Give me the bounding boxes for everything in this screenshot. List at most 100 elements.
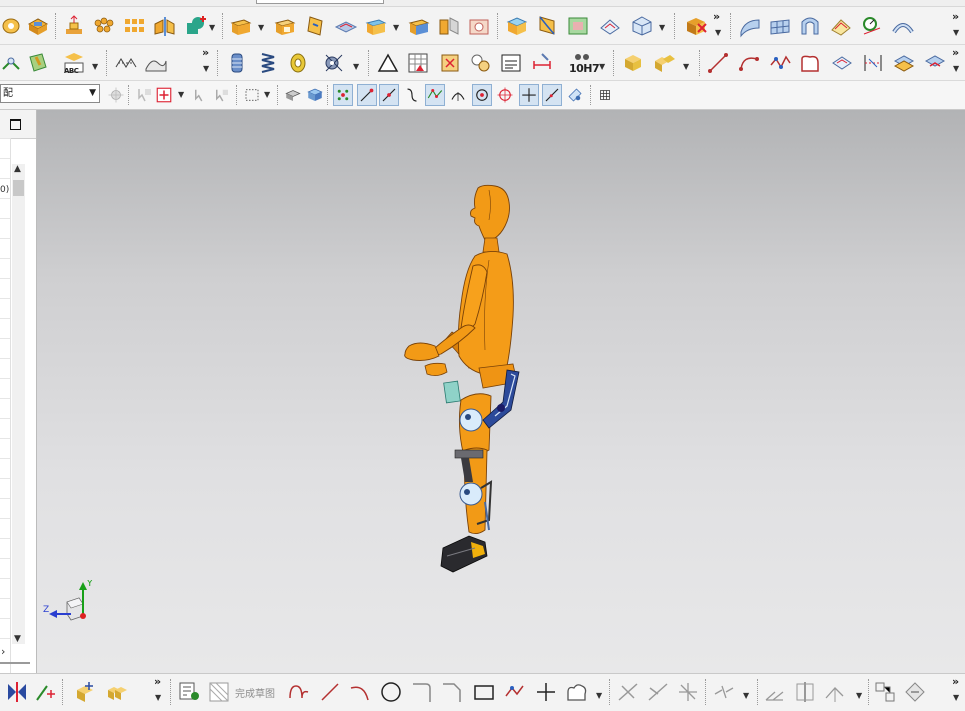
dropdown-arrow-icon[interactable]: ▼	[743, 691, 749, 700]
move-component-icon[interactable]	[72, 679, 98, 705]
offset-curve-icon[interactable]	[829, 50, 855, 76]
extract-geometry-icon[interactable]	[534, 13, 560, 39]
base-view-icon[interactable]	[467, 50, 493, 76]
trim-body-icon[interactable]	[406, 13, 432, 39]
selection-scope-icon[interactable]	[106, 84, 126, 106]
dropdown-arrow-icon[interactable]: ▼	[953, 28, 959, 37]
quick-extend-icon[interactable]	[645, 679, 671, 705]
extrude-icon[interactable]	[25, 13, 51, 39]
snap-point-on-curve-icon[interactable]	[519, 84, 539, 106]
sketch-polygon-icon[interactable]	[502, 679, 528, 705]
swept-icon[interactable]	[797, 13, 823, 39]
replace-face-icon[interactable]	[629, 13, 655, 39]
selection-filter-dropdown[interactable]: 配 ▼	[0, 84, 100, 103]
constraint-display-icon[interactable]	[872, 679, 898, 705]
studio-surface-icon[interactable]	[828, 13, 854, 39]
split-body-icon[interactable]	[436, 13, 462, 39]
revolve-icon[interactable]	[0, 13, 26, 39]
select-body-icon[interactable]	[212, 84, 232, 106]
snap-grid-icon[interactable]	[595, 84, 615, 106]
assembly-constraints-icon[interactable]	[652, 50, 678, 76]
datum-plane-icon[interactable]	[25, 50, 51, 76]
surface-analysis-icon[interactable]	[143, 50, 169, 76]
annotation-text-icon[interactable]	[498, 50, 524, 76]
pattern-feature-icon[interactable]	[91, 13, 117, 39]
overflow-chevron-icon[interactable]: »	[154, 675, 161, 688]
expand-icon[interactable]: ›	[1, 645, 5, 658]
navigator-scrollbar[interactable]: ▲ ▼	[12, 164, 25, 644]
mirror-body-icon[interactable]	[151, 13, 177, 39]
gear-icon[interactable]	[321, 50, 347, 76]
finish-sketch-label[interactable]: 完成草图	[235, 685, 275, 700]
dropdown-arrow-icon[interactable]: ▼	[89, 85, 96, 102]
alternate-solution-icon[interactable]	[902, 679, 928, 705]
snap-intersection-icon[interactable]	[425, 84, 445, 106]
bridge-surface-icon[interactable]	[890, 13, 916, 39]
overflow-chevron-icon[interactable]: »	[952, 10, 959, 23]
overflow-chevron-icon[interactable]: »	[952, 675, 959, 688]
intersection-curve-icon[interactable]	[891, 50, 917, 76]
snap-point-icon[interactable]	[154, 84, 174, 106]
offset-face-icon[interactable]	[228, 13, 254, 39]
fillet-curve-icon[interactable]	[797, 50, 823, 76]
dropdown-arrow-icon[interactable]: ▼	[209, 23, 215, 32]
profile-icon[interactable]	[286, 679, 312, 705]
dropdown-arrow-icon[interactable]: ▼	[178, 90, 184, 99]
studio-spline-icon[interactable]	[767, 50, 793, 76]
dropdown-arrow-icon[interactable]: ▼	[659, 23, 665, 32]
general-selection-icon[interactable]	[135, 84, 155, 106]
dimension-icon[interactable]	[529, 50, 555, 76]
sketch-point-icon[interactable]	[533, 679, 559, 705]
dropdown-arrow-icon[interactable]: ▼	[92, 62, 98, 71]
snap-quadrant-icon[interactable]	[472, 84, 492, 106]
thicken-icon[interactable]	[363, 13, 389, 39]
sketch-mirror-icon[interactable]	[4, 679, 30, 705]
blend-face-icon[interactable]	[333, 13, 359, 39]
drawing-sheet-icon[interactable]	[437, 50, 463, 76]
snap-mid-point-icon[interactable]	[379, 84, 399, 106]
cylinder-hole-icon[interactable]	[466, 13, 492, 39]
clipped-combobox[interactable]	[256, 0, 384, 4]
new-component-icon[interactable]	[104, 679, 130, 705]
offset-sketch-icon[interactable]	[711, 679, 737, 705]
dropdown-arrow-icon[interactable]: ▼	[264, 90, 270, 99]
triangle-icon[interactable]	[375, 50, 401, 76]
dropdown-arrow-icon[interactable]: ▼	[596, 691, 602, 700]
dropdown-arrow-icon[interactable]: ▼	[953, 64, 959, 73]
sew-icon[interactable]	[597, 13, 623, 39]
snap-end-point-icon[interactable]	[357, 84, 377, 106]
sketch-spline-icon[interactable]	[564, 679, 590, 705]
sketch-line-icon[interactable]	[317, 679, 343, 705]
arc-icon[interactable]	[736, 50, 762, 76]
select-solid-icon[interactable]	[283, 84, 303, 106]
bearing-icon[interactable]	[285, 50, 311, 76]
sketch-task-environment-icon[interactable]	[176, 679, 202, 705]
dropdown-arrow-icon[interactable]: ▼	[353, 62, 359, 71]
dropdown-arrow-icon[interactable]: ▼	[683, 62, 689, 71]
quick-trim-icon[interactable]	[615, 679, 641, 705]
dropdown-arrow-icon[interactable]: ▼	[393, 23, 399, 32]
dropdown-arrow-icon[interactable]: ▼	[155, 693, 161, 702]
scroll-up-icon[interactable]: ▲	[14, 164, 21, 174]
through-curve-mesh-icon[interactable]	[767, 13, 793, 39]
dropdown-arrow-icon[interactable]: ▼	[953, 693, 959, 702]
model-canvas[interactable]	[37, 110, 965, 673]
maximize-icon[interactable]	[10, 119, 21, 130]
composite-curve-icon[interactable]	[922, 50, 948, 76]
pattern-face-icon[interactable]	[121, 13, 147, 39]
overflow-chevron-icon[interactable]: »	[952, 46, 959, 59]
scroll-down-icon[interactable]: ▼	[14, 634, 21, 644]
sketch-dimension-icon[interactable]	[32, 679, 58, 705]
dropdown-arrow-icon[interactable]: ▼	[856, 691, 862, 700]
rectangle-select-icon[interactable]	[242, 84, 262, 106]
scroll-thumb[interactable]	[13, 180, 24, 196]
draft-icon[interactable]	[303, 13, 329, 39]
patch-icon[interactable]	[565, 13, 591, 39]
select-feature-icon[interactable]	[191, 84, 211, 106]
pattern-curve-icon[interactable]	[762, 679, 788, 705]
graphics-window[interactable]: Y Z	[37, 110, 965, 673]
point-constructor-icon[interactable]	[0, 50, 26, 76]
dropdown-arrow-icon[interactable]: ▼	[715, 28, 721, 37]
overflow-chevron-icon[interactable]: »	[713, 10, 720, 23]
snap-point-on-face-icon[interactable]	[542, 84, 562, 106]
